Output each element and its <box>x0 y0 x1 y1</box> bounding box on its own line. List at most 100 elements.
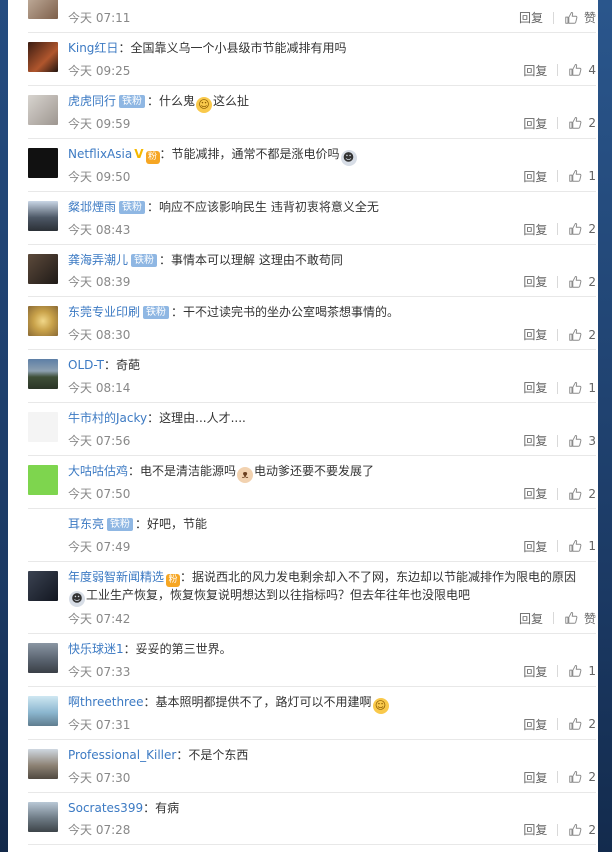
reply-button[interactable]: 回复 <box>523 716 547 733</box>
user-avatar[interactable] <box>28 695 58 726</box>
user-avatar[interactable] <box>28 147 58 178</box>
comment-text: ：干不过读完书的坐办公室喝茶想事情的。 <box>171 305 400 320</box>
comment-item: 粲邶煙雨 铁粉 ：响应不应该影响民生 违背初衷将意义全无 今天 08:43 回复 2 <box>28 192 596 245</box>
reply-button[interactable]: 回复 <box>523 485 547 502</box>
like-count: 1 <box>588 169 596 184</box>
like-count: 2 <box>588 717 596 732</box>
comment-item: Professional_Killer：不是个东西 今天 07:30 回复 2 <box>28 740 596 793</box>
like-button[interactable]: 1 <box>568 169 596 183</box>
comment-time: 今天 07:50 <box>68 487 131 502</box>
user-avatar[interactable] <box>28 748 58 779</box>
reply-button[interactable]: 回复 <box>523 663 547 680</box>
like-button[interactable]: 3 <box>568 434 596 448</box>
like-button[interactable]: 2 <box>568 717 596 731</box>
like-button[interactable]: 2 <box>568 116 596 130</box>
like-count: 1 <box>588 539 596 554</box>
action-divider <box>557 434 559 447</box>
like-button[interactable]: 2 <box>568 222 596 236</box>
like-button[interactable]: 2 <box>568 328 596 342</box>
comment-item: 年度弱智新闻精选粉：据说西北的风力发电剩余却入不了网，东边却以节能减排作为限电的… <box>28 562 596 634</box>
comment-text: ：这理由...人才.... <box>147 411 246 426</box>
user-avatar[interactable] <box>28 42 58 72</box>
username-link[interactable]: 大咕咕估鸡 <box>68 464 128 478</box>
thumbs-up-icon <box>569 540 582 553</box>
reply-button[interactable]: 回复 <box>519 610 543 627</box>
reply-button[interactable]: 回复 <box>523 538 547 555</box>
comment-actions: 回复 2 <box>523 769 596 786</box>
user-avatar[interactable] <box>28 253 58 284</box>
verified-v-icon: V <box>134 146 144 161</box>
username-link[interactable]: Socrates399 <box>68 801 143 815</box>
reply-button[interactable]: 回复 <box>523 62 547 79</box>
comment-item: 啊threethree：基本照明都提供不了，路灯可以不用建啊 ☺ 今天 07:31 回… <box>28 687 596 740</box>
comment-content: 年度弱智新闻精选粉：据说西北的风力发电剩余却入不了网，东边却以节能减排作为限电的… <box>68 569 596 607</box>
thumbs-up-icon <box>565 11 578 24</box>
thumbs-up-icon <box>569 64 582 77</box>
user-avatar[interactable] <box>28 359 58 390</box>
username-link[interactable]: 啊threethree <box>68 695 144 709</box>
like-button[interactable]: 2 <box>568 823 596 837</box>
user-avatar[interactable] <box>28 518 58 549</box>
reply-button[interactable]: 回复 <box>523 115 547 132</box>
comment-text: ：据说西北的风力发电剩余却入不了网，东边却以节能减排作为限电的原因 <box>180 569 577 584</box>
action-divider <box>557 275 559 288</box>
username-link[interactable]: King红日 <box>68 41 118 55</box>
user-avatar[interactable] <box>28 570 58 601</box>
comment-content: 耳东亮 铁粉 ：好吧，节能 <box>68 516 596 533</box>
username-link[interactable]: OLD-T <box>68 358 104 372</box>
username-link[interactable]: NetflixAsia <box>68 147 132 161</box>
reply-button[interactable]: 回复 <box>523 221 547 238</box>
comment-text-continued: 电动爹还要不要发展了 <box>254 464 375 479</box>
username-link[interactable]: 粲邶煙雨 <box>68 200 116 214</box>
comment-time: 今天 07:28 <box>68 823 131 838</box>
reply-button[interactable]: 回复 <box>523 821 547 838</box>
like-button[interactable]: 1 <box>568 381 596 395</box>
like-button[interactable]: 赞 <box>564 610 596 627</box>
like-button[interactable]: 2 <box>568 275 596 289</box>
reply-button[interactable]: 回复 <box>523 769 547 786</box>
username-link[interactable]: 耳东亮 <box>68 517 104 531</box>
action-divider <box>552 11 554 24</box>
user-avatar[interactable] <box>28 642 58 673</box>
comment-time: 今天 08:14 <box>68 381 131 396</box>
username-link[interactable]: 牛市村的Jacky <box>68 411 147 425</box>
username-link[interactable]: 虎虎同行 <box>68 94 116 108</box>
reply-button[interactable]: 回复 <box>523 432 547 449</box>
user-avatar[interactable] <box>28 0 58 19</box>
comment-actions: 回复 1 <box>523 168 596 185</box>
like-button[interactable]: 赞 <box>564 9 596 26</box>
comment-content: 粲邶煙雨 铁粉 ：响应不应该影响民生 违背初衷将意义全无 <box>68 199 596 216</box>
reply-button[interactable]: 回复 <box>523 168 547 185</box>
like-button[interactable]: 4 <box>568 63 596 77</box>
action-divider <box>557 381 559 394</box>
username-link[interactable]: 年度弱智新闻精选 <box>68 570 164 584</box>
action-divider <box>557 170 559 183</box>
comment-actions: 回复 2 <box>523 485 596 502</box>
comment-text: ：好吧，节能 <box>135 517 208 532</box>
ghost-emoji-icon: ☻ <box>340 149 357 166</box>
like-button[interactable]: 1 <box>568 539 596 553</box>
username-link[interactable]: 龚海弄潮儿 <box>68 253 128 267</box>
action-divider <box>557 64 559 77</box>
reply-button[interactable]: 回复 <box>519 9 543 26</box>
reply-button[interactable]: 回复 <box>523 273 547 290</box>
user-avatar[interactable] <box>28 306 58 337</box>
like-button[interactable]: 1 <box>568 664 596 678</box>
fan-badge-icon: 粉 <box>145 150 160 164</box>
username-link[interactable]: Professional_Killer <box>68 748 176 762</box>
user-avatar[interactable] <box>28 94 58 125</box>
comment-time: 今天 09:59 <box>68 116 131 131</box>
reply-button[interactable]: 回复 <box>523 379 547 396</box>
username-link[interactable]: 快乐球迷1 <box>68 642 124 656</box>
username-link[interactable]: 东莞专业印刷 <box>68 305 140 319</box>
reply-button[interactable]: 回复 <box>523 326 547 343</box>
like-button[interactable]: 2 <box>568 487 596 501</box>
user-avatar[interactable] <box>28 465 58 496</box>
comment-actions: 回复 1 <box>523 379 596 396</box>
user-avatar[interactable] <box>28 412 58 443</box>
user-avatar[interactable] <box>28 200 58 231</box>
user-avatar[interactable] <box>28 801 58 832</box>
smile-emoji-icon: ☺ <box>372 697 389 714</box>
smile-emoji-icon: ☺ <box>196 96 213 113</box>
like-button[interactable]: 2 <box>568 770 596 784</box>
